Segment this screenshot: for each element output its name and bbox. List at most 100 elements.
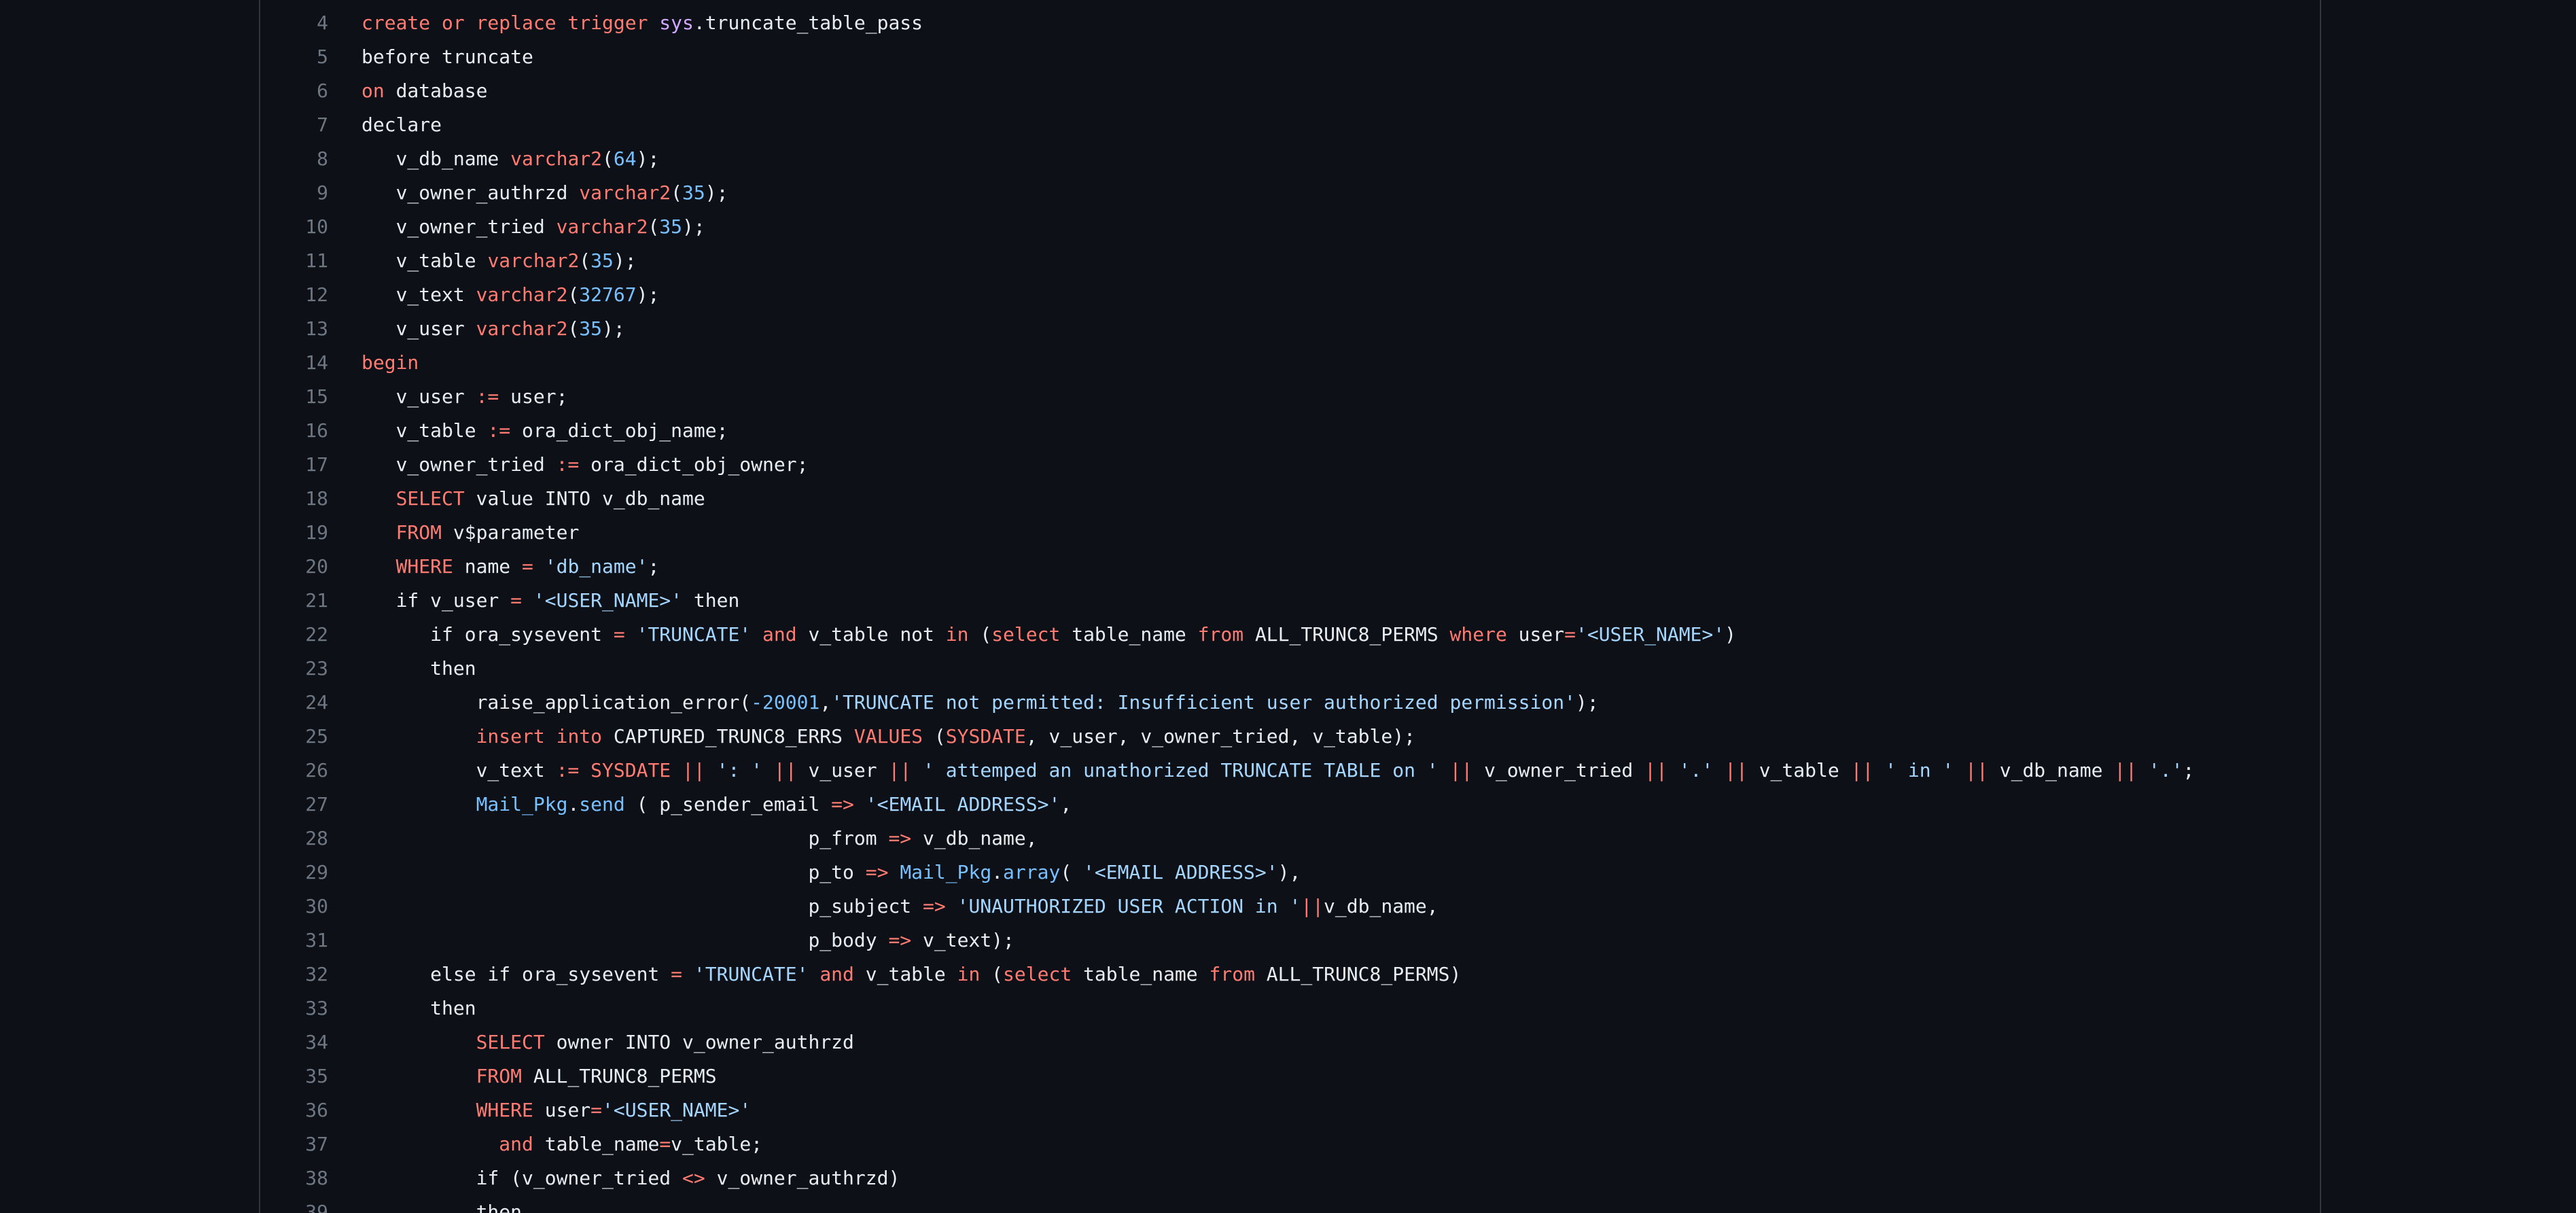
code-token: .truncate_table_pass — [693, 12, 923, 34]
line-number[interactable]: 12 — [260, 278, 328, 312]
line-number[interactable]: 32 — [260, 957, 328, 991]
code-token: v_db_name — [1988, 759, 2115, 781]
line-number[interactable]: 35 — [260, 1059, 328, 1093]
code-token: create or replace trigger — [361, 12, 648, 34]
line-number[interactable]: 33 — [260, 991, 328, 1025]
code-token: ); — [636, 283, 660, 306]
code-token: SELECT — [395, 487, 465, 510]
code-token: '<EMAIL ADDRESS>' — [865, 793, 1061, 815]
code-token: table_name — [533, 1133, 660, 1155]
line-number[interactable]: 7 — [260, 108, 328, 142]
line-number[interactable]: 17 — [260, 448, 328, 482]
line-code: create or replace trigger sys.truncate_t… — [361, 6, 923, 40]
line-number[interactable]: 24 — [260, 686, 328, 720]
code-token: and — [819, 963, 854, 985]
code-token: p_from — [361, 827, 889, 849]
line-number[interactable]: 5 — [260, 40, 328, 74]
line-code: v_owner_tried varchar2(35); — [361, 210, 705, 244]
code-token: Mail_Pkg — [476, 793, 568, 815]
code-token: || — [682, 759, 705, 781]
line-number[interactable]: 25 — [260, 720, 328, 754]
code-token: || — [1725, 759, 1748, 781]
code-token: ) — [1725, 623, 1736, 646]
line-number[interactable]: 14 — [260, 346, 328, 380]
line-number[interactable]: 19 — [260, 516, 328, 550]
code-token: ( — [567, 317, 580, 340]
line-number[interactable]: 20 — [260, 550, 328, 584]
line-number[interactable]: 11 — [260, 244, 328, 278]
line-number[interactable]: 27 — [260, 788, 328, 822]
line-number[interactable]: 10 — [260, 210, 328, 244]
line-number[interactable]: 31 — [260, 924, 328, 957]
code-token: owner INTO v_owner_authrzd — [544, 1031, 854, 1053]
code-token: before truncate — [361, 46, 533, 68]
line-number[interactable]: 15 — [260, 380, 328, 414]
code-token: '<USER_NAME>' — [1575, 623, 1725, 646]
code-line: 15 v_user := user; — [260, 380, 2320, 414]
code-token: ( — [1060, 861, 1084, 883]
line-number[interactable]: 21 — [260, 584, 328, 618]
line-number[interactable]: 30 — [260, 890, 328, 924]
code-token: ': ' — [716, 759, 763, 781]
code-token: ( — [648, 215, 660, 238]
code-token: = — [671, 963, 683, 985]
line-code: before truncate — [361, 40, 533, 74]
line-number[interactable]: 38 — [260, 1161, 328, 1195]
code-token: then — [361, 657, 476, 680]
code-line: 34 SELECT owner INTO v_owner_authrzd — [260, 1025, 2320, 1059]
line-number[interactable]: 29 — [260, 856, 328, 890]
code-token: '<EMAIL ADDRESS>' — [1083, 861, 1278, 883]
line-number[interactable]: 34 — [260, 1025, 328, 1059]
line-number[interactable]: 8 — [260, 142, 328, 176]
line-code: p_body => v_text); — [361, 924, 1014, 957]
code-token: then — [361, 997, 476, 1019]
line-number[interactable]: 26 — [260, 754, 328, 788]
code-token: array — [1003, 861, 1061, 883]
line-number[interactable]: 36 — [260, 1093, 328, 1127]
code-token: = — [1564, 623, 1576, 646]
line-number[interactable]: 18 — [260, 482, 328, 516]
line-number[interactable]: 22 — [260, 618, 328, 652]
code-token: v_table — [361, 419, 488, 442]
code-line: 38 if (v_owner_tried <> v_owner_authrzd) — [260, 1161, 2320, 1195]
code-token: then — [682, 589, 740, 612]
code-token: declare — [361, 113, 442, 136]
line-number[interactable]: 6 — [260, 74, 328, 108]
line-number[interactable]: 13 — [260, 312, 328, 346]
code-line: 25 insert into CAPTURED_TRUNC8_ERRS VALU… — [260, 720, 2320, 754]
line-number[interactable]: 23 — [260, 652, 328, 686]
code-token: varchar2 — [476, 283, 568, 306]
line-number[interactable]: 37 — [260, 1127, 328, 1161]
code-line: 16 v_table := ora_dict_obj_name; — [260, 414, 2320, 448]
line-code: v_text varchar2(32767); — [361, 278, 660, 312]
line-number[interactable]: 9 — [260, 176, 328, 210]
code-token: <> — [682, 1167, 705, 1189]
code-token: SELECT — [476, 1031, 545, 1053]
code-token: Mail_Pkg — [900, 861, 992, 883]
line-code: on database — [361, 74, 487, 108]
code-token: := — [487, 419, 511, 442]
line-code: p_from => v_db_name, — [361, 822, 1037, 856]
line-code: v_table varchar2(35); — [361, 244, 637, 278]
line-number[interactable]: 39 — [260, 1195, 328, 1213]
code-body[interactable]: 4 create or replace trigger sys.truncate_… — [260, 6, 2320, 1213]
code-token: and — [762, 623, 797, 646]
line-number[interactable]: 28 — [260, 822, 328, 856]
code-line: 32 else if ora_sysevent = 'TRUNCATE' and… — [260, 957, 2320, 991]
code-token: v_db_name, — [1324, 895, 1439, 917]
line-number[interactable]: 16 — [260, 414, 328, 448]
code-token: => — [923, 895, 946, 917]
code-token: varchar2 — [476, 317, 568, 340]
code-line: 24 raise_application_error(-20001,'TRUNC… — [260, 686, 2320, 720]
line-number[interactable]: 4 — [260, 6, 328, 40]
